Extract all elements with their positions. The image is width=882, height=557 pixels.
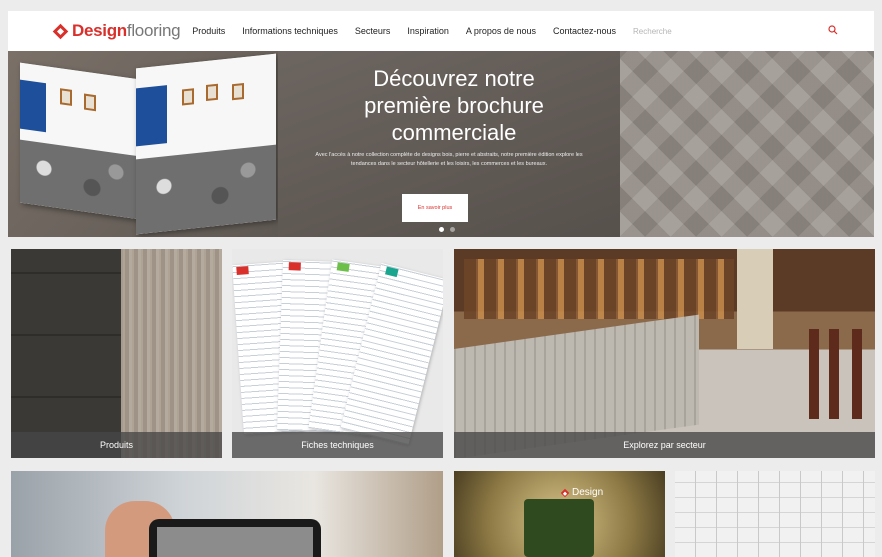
event-logo: Design [560,487,603,498]
carousel-dot[interactable] [450,227,455,232]
tile-label-technical-sheets: Fiches techniques [232,432,443,458]
wood-sample-image [123,249,222,458]
tile-event[interactable]: Design [454,471,665,557]
phone-image [149,519,321,557]
herringbone-floor-image [620,51,874,237]
bar-shelves-image [464,259,734,319]
nav-inspiration[interactable]: Inspiration [407,26,449,36]
green-wall-image [524,499,594,557]
brochure-page [136,53,276,235]
search-input[interactable] [633,26,784,36]
logo-text-design: Design [72,21,127,40]
logo-diamond-icon [560,488,570,497]
nav-produits[interactable]: Produits [192,26,225,36]
tile-architecture-sketch[interactable] [675,471,875,557]
carousel-dots [439,227,461,232]
tile-label-sector: Explorez par secteur [454,432,875,458]
site-header: Design flooring Produits Informations te… [8,11,874,51]
nav-contact[interactable]: Contactez-nous [553,26,616,36]
main-nav: Produits Informations techniques Secteur… [192,26,633,36]
learn-more-button[interactable]: En savoir plus [402,194,468,222]
brochure-page [20,62,140,220]
tile-sector[interactable]: Explorez par secteur [454,249,875,458]
nav-a-propos[interactable]: A propos de nous [466,26,536,36]
tile-technical-sheets[interactable]: Fiches techniques [232,249,443,458]
tile-products[interactable]: Produits [11,249,222,458]
search-icon[interactable] [828,25,838,35]
brochure-image [8,51,288,237]
nav-informations-techniques[interactable]: Informations techniques [242,26,338,36]
nav-secteurs[interactable]: Secteurs [355,26,391,36]
hero-banner: Découvrez notre première brochure commer… [8,51,874,237]
pillar-image [737,249,773,349]
logo-text-flooring: flooring [126,21,181,40]
hero-title: Découvrez notre première brochure commer… [364,66,544,145]
tile-app-inspiration[interactable] [11,471,443,557]
carousel-dot-active[interactable] [439,227,444,232]
stone-sample-image [11,249,121,458]
logo-diamond-icon [52,23,69,39]
site-logo[interactable]: Design flooring [52,21,181,41]
tile-label-products: Produits [11,432,222,458]
hero-description: Avec l'accès à notre collection complète… [315,152,583,167]
